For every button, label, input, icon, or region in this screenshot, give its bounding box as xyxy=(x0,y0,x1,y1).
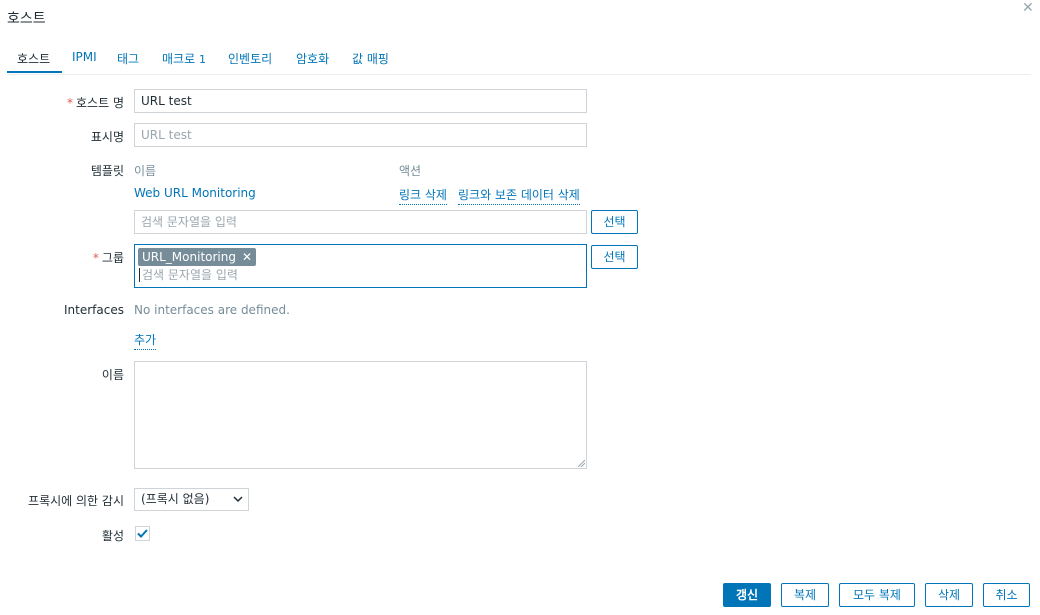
template-select-button[interactable]: 선택 xyxy=(591,210,638,234)
host-name-label-text: 호스트 명 xyxy=(76,96,124,110)
tab-label: 인벤토리 xyxy=(228,52,273,66)
interfaces-label: Interfaces xyxy=(64,303,124,317)
active-tab-indicator xyxy=(7,71,62,73)
proxy-label: 프록시에 의한 감시 xyxy=(28,494,124,508)
visible-name-label: 표시명 xyxy=(90,130,124,144)
required-mark: * xyxy=(67,96,74,110)
unlink-template-link[interactable]: 링크 삭제 xyxy=(399,186,447,205)
groups-multiselect[interactable]: URL_Monitoring ✕ 검색 문자열을 입력 xyxy=(134,244,587,288)
cancel-button[interactable]: 취소 xyxy=(983,583,1030,607)
proxy-select[interactable]: (프록시 없음) xyxy=(134,488,249,511)
enabled-label: 활성 xyxy=(101,529,124,543)
close-icon[interactable]: ✕ xyxy=(1022,0,1034,16)
tab-encryption[interactable]: 암호화 xyxy=(296,50,329,67)
group-search-input[interactable]: 검색 문자열을 입력 xyxy=(139,268,238,282)
tab-host[interactable]: 호스트 xyxy=(17,50,50,67)
full-clone-button[interactable]: 모두 복제 xyxy=(839,583,915,607)
chevron-down-icon xyxy=(233,496,243,503)
clone-button[interactable]: 복제 xyxy=(781,583,829,607)
resize-handle-icon[interactable] xyxy=(577,459,585,467)
proxy-selected-value: (프록시 없음) xyxy=(141,492,210,506)
add-interface-link[interactable]: 추가 xyxy=(134,331,157,350)
tab-inventory[interactable]: 인벤토리 xyxy=(228,50,272,67)
description-label: 이름 xyxy=(101,368,124,382)
host-name-input[interactable]: URL test xyxy=(134,89,587,113)
templates-label: 템플릿 xyxy=(90,164,124,178)
tab-tags[interactable]: 태그 xyxy=(117,50,139,67)
tab-label: 암호화 xyxy=(296,52,330,66)
tab-value-mapping[interactable]: 값 매핑 xyxy=(352,50,389,67)
unlink-and-clear-template-link[interactable]: 링크와 보존 데이터 삭제 xyxy=(458,186,580,205)
required-mark: * xyxy=(92,251,99,265)
templates-name-header: 이름 xyxy=(134,164,157,178)
template-link-web-url-monitoring[interactable]: Web URL Monitoring xyxy=(134,186,256,200)
tab-count-badge: 1 xyxy=(198,53,206,66)
tab-label: 값 매핑 xyxy=(352,52,389,66)
tab-bar: 호스트 IPMI 태그 매크로 1 인벤토리 암호화 값 매핑 xyxy=(7,50,1031,75)
delete-button[interactable]: 삭제 xyxy=(925,583,973,607)
enabled-checkbox[interactable] xyxy=(135,526,150,541)
group-select-button[interactable]: 선택 xyxy=(591,245,638,269)
description-textarea[interactable] xyxy=(134,361,587,469)
tab-label: IPMI xyxy=(72,50,97,64)
tab-label: 매크로 xyxy=(162,52,196,66)
templates-action-header: 액션 xyxy=(399,164,422,178)
template-search-input[interactable]: 검색 문자열을 입력 xyxy=(134,210,587,234)
update-button[interactable]: 갱신 xyxy=(723,583,771,607)
remove-chip-icon[interactable]: ✕ xyxy=(242,250,252,264)
group-chip: URL_Monitoring ✕ xyxy=(138,248,257,266)
tab-macros[interactable]: 매크로 1 xyxy=(162,50,206,67)
tab-label: 태그 xyxy=(117,52,140,66)
tab-ipmi[interactable]: IPMI xyxy=(72,50,97,64)
tab-label: 호스트 xyxy=(17,52,51,66)
host-name-label: * 호스트 명 xyxy=(6,94,124,111)
groups-label-text: 그룹 xyxy=(101,251,124,265)
no-interfaces-text: No interfaces are defined. xyxy=(134,303,290,317)
checkmark-icon xyxy=(137,529,148,538)
groups-label: * 그룹 xyxy=(6,249,124,266)
visible-name-input[interactable]: URL test xyxy=(134,123,587,147)
group-chip-label: URL_Monitoring xyxy=(142,250,236,264)
dialog-title: 호스트 xyxy=(7,11,46,27)
